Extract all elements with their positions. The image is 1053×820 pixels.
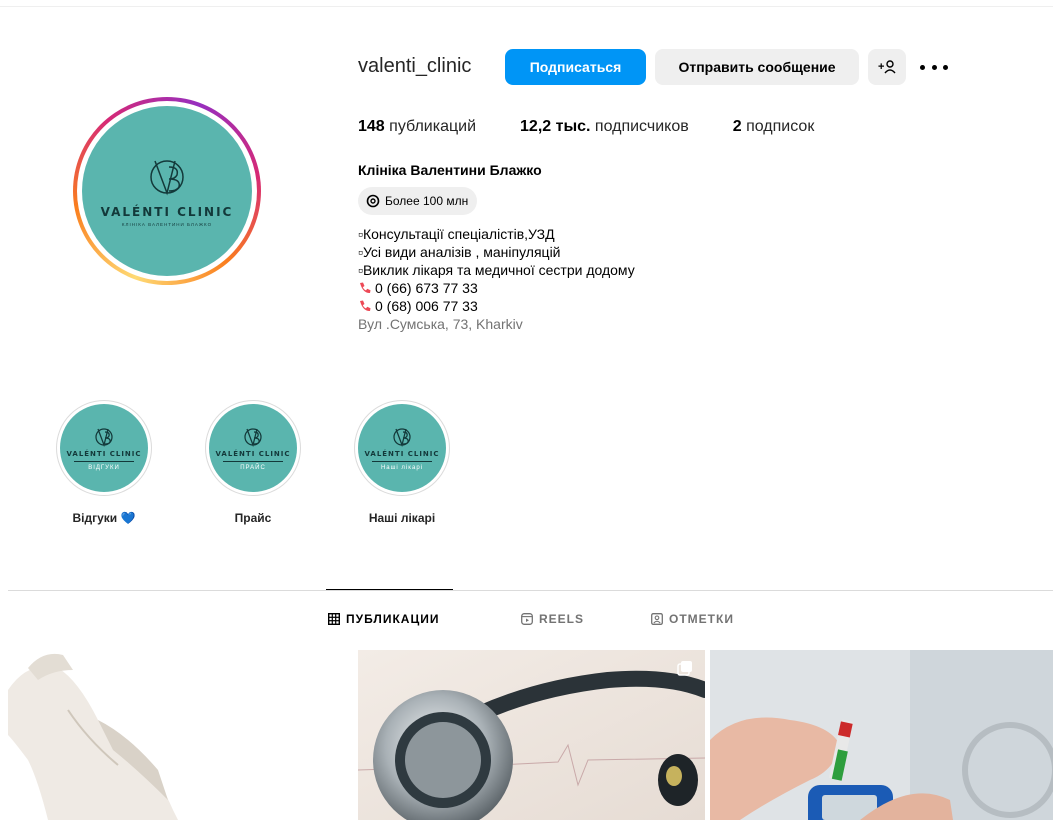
bio-line: ▫Усі види аналізів , маніпуляцій (358, 244, 561, 260)
grid-icon (328, 613, 340, 625)
post-image-stethoscope (358, 650, 705, 820)
post-thumbnail[interactable] (8, 650, 353, 820)
highlight-label: Наші лікарі (368, 511, 436, 525)
threads-icon (366, 194, 380, 208)
profile-username: valenti_clinic (358, 55, 472, 77)
post-thumbnail[interactable] (358, 650, 705, 820)
tabs-divider (8, 590, 1053, 591)
carousel-multi-image-icon (677, 661, 692, 676)
posts-stat[interactable]: 148 публикаций (358, 118, 476, 136)
phone-number[interactable]: 0 (66) 673 77 33 (375, 279, 478, 297)
top-divider (0, 6, 1053, 7)
svg-text:+: + (878, 61, 884, 73)
highlight-doctors[interactable]: VALÉNTI CLINIC Наші лікарі Наші лікарі (354, 400, 450, 525)
post-thumbnail[interactable] (710, 650, 1053, 820)
highlight-cover: VALÉNTI CLINIC ВІДГУКИ (60, 404, 148, 492)
bio-phone-line: 0 (66) 673 77 33 (358, 279, 635, 297)
profile-full-name: Клініка Валентини Блажко (358, 162, 542, 178)
following-stat[interactable]: 2 подписок (733, 118, 815, 136)
bio-line: ▫Виклик лікаря та медичної сестри додому (358, 262, 635, 278)
post-image-gloved-hand (8, 650, 353, 820)
clinic-logo-icon (244, 427, 262, 447)
bio-line: ▫Консультації спеціалістів,УЗД (358, 226, 555, 242)
phone-icon (360, 282, 371, 294)
highlight-caption: Наші лікарі (380, 464, 424, 471)
avatar-logo-text: VALÉNTI CLINIC (100, 205, 234, 219)
follow-button[interactable]: Подписаться (505, 49, 646, 85)
clinic-logo-icon (150, 160, 184, 196)
highlight-reviews[interactable]: VALÉNTI CLINIC ВІДГУКИ Відгуки 💙 (56, 400, 152, 525)
tab-reels[interactable]: REELS (521, 612, 584, 626)
profile-avatar[interactable]: VALÉNTI CLINIC КЛІНІКА ВАЛЕНТИНИ БЛАЖКО (82, 106, 252, 276)
profile-address[interactable]: Вул .Сумська, 73, Kharkiv (358, 315, 635, 333)
add-user-icon: + (878, 60, 896, 74)
tab-tagged[interactable]: ОТМЕТКИ (651, 612, 734, 626)
send-message-button[interactable]: Отправить сообщение (655, 49, 859, 85)
highlight-cover: VALÉNTI CLINIC Наші лікарі (358, 404, 446, 492)
highlight-logo-text: VALÉNTI CLINIC (215, 449, 291, 458)
profile-avatar-story-ring[interactable]: VALÉNTI CLINIC КЛІНІКА ВАЛЕНТИНИ БЛАЖКО (73, 97, 261, 285)
clinic-logo-icon (393, 427, 411, 447)
highlight-label: Відгуки 💙 (72, 511, 136, 525)
tagged-icon (651, 613, 663, 625)
threads-badge[interactable]: Более 100 млн (358, 187, 478, 215)
phone-number[interactable]: 0 (68) 006 77 33 (375, 297, 478, 315)
tab-label: ПУБЛИКАЦИИ (346, 612, 440, 626)
bio-phone-line: 0 (68) 006 77 33 (358, 297, 635, 315)
active-tab-indicator (326, 589, 453, 590)
highlight-caption: ВІДГУКИ (88, 464, 120, 471)
clinic-logo-icon (95, 427, 113, 447)
reels-icon (521, 613, 533, 625)
highlight-caption: ПРАЙС (240, 464, 266, 471)
threads-badge-label: Более 100 млн (385, 194, 469, 208)
tab-label: ОТМЕТКИ (669, 612, 734, 626)
more-options-icon[interactable] (920, 56, 948, 78)
phone-icon (360, 300, 371, 312)
profile-stats: 148 публикаций 12,2 тыс. подписчиков 2 п… (358, 118, 858, 136)
avatar-logo-subtitle: КЛІНІКА ВАЛЕНТИНИ БЛАЖКО (121, 222, 213, 227)
post-image-glucose-meter (710, 650, 1053, 820)
suggest-users-button[interactable]: + (868, 49, 906, 85)
highlight-price[interactable]: VALÉNTI CLINIC ПРАЙС Прайс (205, 400, 301, 525)
followers-stat[interactable]: 12,2 тыс. подписчиков (520, 118, 689, 136)
highlight-cover: VALÉNTI CLINIC ПРАЙС (209, 404, 297, 492)
tab-label: REELS (539, 612, 585, 626)
tab-posts[interactable]: ПУБЛИКАЦИИ (328, 612, 439, 626)
highlight-label: Прайс (234, 511, 272, 525)
highlight-logo-text: VALÉNTI CLINIC (364, 449, 440, 458)
highlight-logo-text: VALÉNTI CLINIC (66, 449, 142, 458)
profile-bio: ▫Консультації спеціалістів,УЗД ▫Усі види… (358, 225, 635, 333)
